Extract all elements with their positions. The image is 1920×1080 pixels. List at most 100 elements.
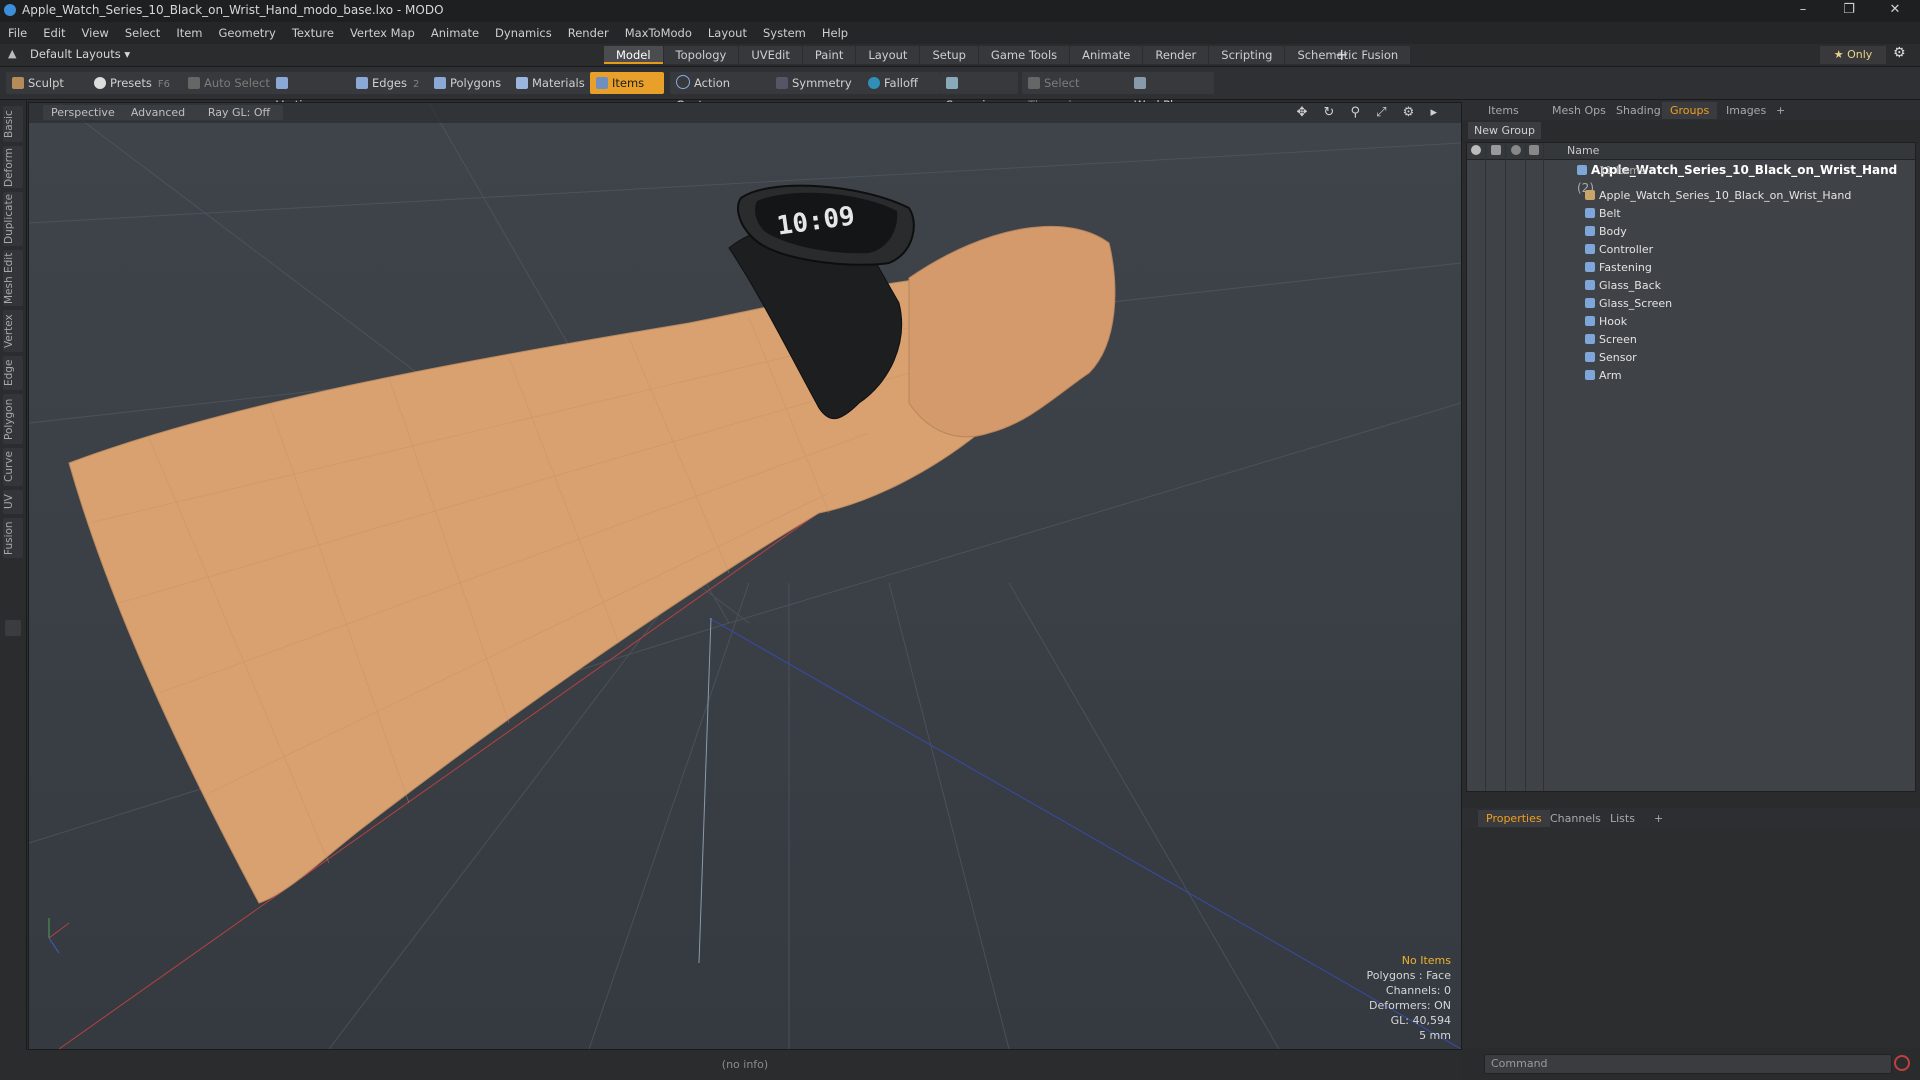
tab-mesh-ops[interactable]: Mesh Ops xyxy=(1544,102,1614,119)
advanced-selector[interactable]: Advanced xyxy=(117,105,199,120)
maximize-button[interactable]: ❐ xyxy=(1826,0,1872,22)
menu-system[interactable]: System xyxy=(755,22,814,44)
snapping-icon xyxy=(946,77,958,89)
select-through-button[interactable]: Select Through xyxy=(1022,72,1130,112)
tab-groups[interactable]: Groups xyxy=(1662,102,1718,119)
panel-toggle-button[interactable] xyxy=(5,620,21,636)
render-icon[interactable] xyxy=(1491,145,1501,155)
tab-topology[interactable]: Topology xyxy=(663,46,739,64)
record-icon[interactable] xyxy=(1894,1055,1910,1071)
vtab-curve[interactable]: Curve xyxy=(3,448,23,486)
tab-channels[interactable]: Channels xyxy=(1542,810,1609,827)
snapping-button[interactable]: Snapping xyxy=(940,72,1018,112)
vertices-icon xyxy=(276,77,288,89)
mesh-icon xyxy=(1585,226,1595,236)
tab-scripting[interactable]: Scripting xyxy=(1209,46,1285,64)
list-item[interactable]: Apple_Watch_Series_10_Black_on_Wrist_Han… xyxy=(1467,187,1915,205)
tab-shading[interactable]: Shading xyxy=(1608,102,1669,119)
menu-dynamics[interactable]: Dynamics xyxy=(487,22,560,44)
list-item[interactable]: Fastening xyxy=(1467,259,1915,277)
group-root-row[interactable]: Apple_Watch_Series_10_Black_on_Wrist_Han… xyxy=(1467,161,1915,195)
vtab-basic[interactable]: Basic xyxy=(3,106,23,142)
list-item[interactable]: Hook xyxy=(1467,313,1915,331)
select-icon[interactable] xyxy=(1529,145,1539,155)
menu-file[interactable]: File xyxy=(0,22,35,44)
tab-lists[interactable]: Lists xyxy=(1602,810,1643,827)
add-tab-button[interactable]: + xyxy=(1335,45,1348,64)
new-group-button[interactable]: New Group xyxy=(1468,122,1541,139)
vtab-vertex[interactable]: Vertex xyxy=(3,310,23,352)
y-axis-line xyxy=(698,617,712,964)
tab-properties[interactable]: Properties xyxy=(1478,810,1550,827)
menu-select[interactable]: Select xyxy=(117,22,168,44)
tab-images[interactable]: Images xyxy=(1718,102,1774,119)
action-center-button[interactable]: Action Center xyxy=(670,72,776,112)
viewport-nav-icons[interactable]: ✥ ↻ ⚲ ⤢ ⚙ ▸ xyxy=(1296,105,1443,120)
tab-model[interactable]: Model xyxy=(604,46,663,64)
menu-texture[interactable]: Texture xyxy=(284,22,342,44)
minimize-button[interactable]: – xyxy=(1780,0,1826,22)
vtab-deform[interactable]: Deform xyxy=(3,146,23,188)
falloff-button[interactable]: Falloff xyxy=(862,72,940,94)
items-button[interactable]: Items xyxy=(590,72,664,94)
list-item[interactable]: Controller xyxy=(1467,241,1915,259)
add-panel-tab[interactable]: + xyxy=(1768,102,1793,119)
menu-layout[interactable]: Layout xyxy=(700,22,755,44)
workplane-button[interactable]: WorkPlane xyxy=(1128,72,1214,112)
vtab-mesh-edit[interactable]: Mesh Edit xyxy=(3,250,23,306)
edges-button[interactable]: Edges 2 xyxy=(350,72,434,94)
menu-bar: File Edit View Select Item Geometry Texture Ver… xyxy=(0,22,1920,44)
menu-edit[interactable]: Edit xyxy=(35,22,73,44)
menu-view[interactable]: View xyxy=(74,22,117,44)
vtab-uv[interactable]: UV xyxy=(3,490,23,514)
tab-animate[interactable]: Animate xyxy=(1070,46,1143,64)
close-button[interactable]: ✕ xyxy=(1872,0,1918,22)
3d-viewport[interactable]: 10:09 Perspective Advanced Ray GL: Off ✥… xyxy=(28,102,1462,1050)
menu-vertex-map[interactable]: Vertex Map xyxy=(342,22,423,44)
tab-layout[interactable]: Layout xyxy=(856,46,920,64)
raygl-toggle[interactable]: Ray GL: Off xyxy=(195,105,283,120)
tab-game-tools[interactable]: Game Tools xyxy=(978,46,1070,64)
lock-icon[interactable] xyxy=(1511,145,1521,155)
menu-animate[interactable]: Animate xyxy=(423,22,487,44)
vtab-polygon[interactable]: Polygon xyxy=(3,394,23,444)
polygons-button[interactable]: Polygons xyxy=(428,72,514,94)
vertices-button[interactable]: Vertices1 xyxy=(270,72,356,112)
menu-geometry[interactable]: Geometry xyxy=(211,22,284,44)
materials-button[interactable]: Materials xyxy=(510,72,596,94)
command-input[interactable]: Command xyxy=(1484,1054,1892,1074)
list-item[interactable]: Belt xyxy=(1467,205,1915,223)
layout-selector[interactable]: Default Layouts ▾ xyxy=(30,47,130,61)
list-item[interactable]: Sensor xyxy=(1467,349,1915,367)
vtab-edge[interactable]: Edge xyxy=(3,356,23,390)
list-item[interactable]: Glass_Screen xyxy=(1467,295,1915,313)
view-mode-selector[interactable]: Perspective xyxy=(43,105,123,120)
sculpt-button[interactable]: Sculpt xyxy=(6,72,94,94)
groups-panel-tabs: Items Mesh Ops Shading Groups Images + xyxy=(1462,100,1920,120)
tab-render[interactable]: Render xyxy=(1143,46,1209,64)
symmetry-button[interactable]: Symmetry xyxy=(770,72,868,94)
tab-uvedit[interactable]: UVEdit xyxy=(739,46,802,64)
auto-select-button[interactable]: Auto Select xyxy=(182,72,276,94)
tab-setup[interactable]: Setup xyxy=(920,46,978,64)
menu-maxtomodo[interactable]: MaxToModo xyxy=(617,22,700,44)
tab-paint[interactable]: Paint xyxy=(802,46,856,64)
menu-item[interactable]: Item xyxy=(168,22,210,44)
eye-icon[interactable] xyxy=(1471,145,1481,155)
tab-items[interactable]: Items xyxy=(1480,102,1527,119)
action-center-icon xyxy=(676,75,690,89)
layout-toggle-icon[interactable]: ▲ xyxy=(8,47,16,60)
vtab-duplicate[interactable]: Duplicate xyxy=(3,192,23,246)
presets-button[interactable]: Presets F6 xyxy=(88,72,186,94)
gear-icon[interactable]: ⚙ xyxy=(1893,45,1906,61)
only-button[interactable]: ★ Only xyxy=(1820,46,1886,64)
list-item[interactable]: Screen xyxy=(1467,331,1915,349)
vtab-fusion[interactable]: Fusion xyxy=(3,518,23,558)
menu-help[interactable]: Help xyxy=(814,22,856,44)
list-item[interactable]: Arm xyxy=(1467,367,1915,385)
window-title: Apple_Watch_Series_10_Black_on_Wrist_Han… xyxy=(22,3,444,17)
list-item[interactable]: Glass_Back xyxy=(1467,277,1915,295)
add-properties-tab[interactable]: + xyxy=(1646,810,1671,827)
menu-render[interactable]: Render xyxy=(560,22,617,44)
list-item[interactable]: Body xyxy=(1467,223,1915,241)
